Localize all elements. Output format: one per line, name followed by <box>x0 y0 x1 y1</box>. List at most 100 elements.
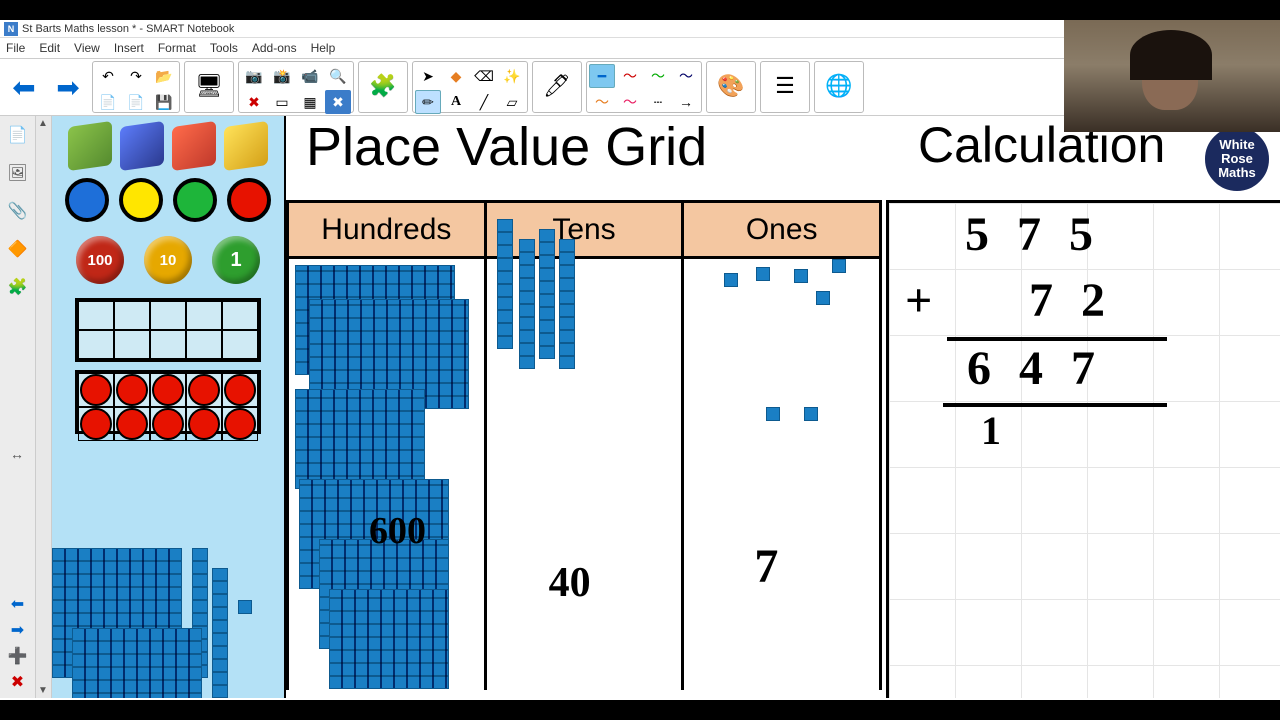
hundreds-header: Hundreds <box>289 203 484 259</box>
stroke-red[interactable]: ～ <box>617 64 643 88</box>
calculation-area[interactable]: 575 + 72 647 1 <box>886 200 1280 698</box>
pointer-tool[interactable]: ➤ <box>415 64 441 88</box>
ones-column: Ones 7 <box>684 203 879 690</box>
tens-handwritten: 40 <box>549 559 591 607</box>
one-block[interactable] <box>794 269 808 283</box>
stroke-green[interactable]: ～ <box>645 64 671 88</box>
gallery-icon[interactable]: 🖼 <box>7 162 29 184</box>
addon-icon[interactable]: 🧩 <box>7 276 29 298</box>
menu-format[interactable]: Format <box>158 41 196 55</box>
red-cube[interactable] <box>172 124 216 168</box>
hundred-block[interactable] <box>329 589 449 689</box>
menu-edit[interactable]: Edit <box>39 41 60 55</box>
navy-cube[interactable] <box>120 124 164 168</box>
circle-row <box>58 178 278 222</box>
ones-handwritten: 7 <box>754 539 778 594</box>
one-block[interactable] <box>766 407 780 421</box>
one-block[interactable] <box>816 291 830 305</box>
redo-button[interactable]: ↷ <box>123 64 149 88</box>
doc-camera-button[interactable]: 📹 <box>297 64 323 88</box>
color-picker-button[interactable]: 🎨 <box>709 64 753 108</box>
toolbar-group-addons: 🧩 <box>358 61 408 113</box>
calc-operator: + <box>905 273 960 328</box>
web-button[interactable]: 🌐 <box>817 64 861 108</box>
ones-header: Ones <box>684 203 879 259</box>
green-circle[interactable] <box>173 178 217 222</box>
palette-blocks <box>52 508 284 698</box>
one-block[interactable] <box>724 273 738 287</box>
next-page-button[interactable]: ➡ <box>48 63 88 111</box>
delete-page-icon[interactable]: ✖ <box>11 672 24 692</box>
screen-button[interactable]: 🖥 <box>187 64 231 108</box>
slideshow-button[interactable]: ▭ <box>269 90 295 114</box>
hundred-chip[interactable]: 100 <box>76 236 124 284</box>
magic-tool[interactable]: ✨ <box>499 64 525 88</box>
hundreds-body[interactable]: 600 <box>289 259 484 690</box>
yellow-cube[interactable] <box>224 124 268 168</box>
properties-icon[interactable]: 🔶 <box>7 238 29 260</box>
eraser-tool[interactable]: ⌫ <box>471 64 497 88</box>
properties-button[interactable]: ☰ <box>763 64 807 108</box>
toolbar-group-display: 🖥 <box>184 61 234 113</box>
ten-block[interactable] <box>497 219 513 349</box>
webcam-overlay <box>1064 20 1280 132</box>
attachment-icon[interactable]: 📎 <box>7 200 29 222</box>
puzzle-button[interactable]: 🧩 <box>361 64 405 108</box>
snapshot-button[interactable]: 📸 <box>269 64 295 88</box>
expand-icon[interactable]: ↔ <box>10 446 24 462</box>
scroll-up-icon[interactable]: ▲ <box>38 118 48 129</box>
add-page-icon[interactable]: ➕ <box>8 646 28 666</box>
filled-tenframe[interactable] <box>75 370 261 434</box>
next-arrow-icon[interactable]: ➡ <box>11 620 24 640</box>
green-cube[interactable] <box>68 124 112 168</box>
hundred-block[interactable] <box>295 389 425 489</box>
yellow-circle[interactable] <box>119 178 163 222</box>
new-page-button[interactable]: 📄 <box>95 90 121 114</box>
pen-style-button[interactable]: 🖊 <box>535 64 579 108</box>
one-block[interactable] <box>832 259 846 273</box>
ten-chip[interactable]: 10 <box>144 236 192 284</box>
shape-tool[interactable]: ◆ <box>443 64 469 88</box>
one-block[interactable] <box>238 600 252 614</box>
one-chip[interactable]: 1 <box>212 236 260 284</box>
tens-column: Tens 40 <box>487 203 685 690</box>
menu-tools[interactable]: Tools <box>210 41 238 55</box>
one-block[interactable] <box>756 267 770 281</box>
panel-scrollbar[interactable]: ▲ ▼ <box>36 116 52 698</box>
blue-circle[interactable] <box>65 178 109 222</box>
delete-button[interactable]: ✖ <box>241 90 267 114</box>
red-circle[interactable] <box>227 178 271 222</box>
menu-addons[interactable]: Add-ons <box>252 41 297 55</box>
menu-file[interactable]: File <box>6 41 25 55</box>
menu-insert[interactable]: Insert <box>114 41 144 55</box>
toolbar-group-edit: ↶ ↷ 📂 📄 📄 💾 <box>92 61 180 113</box>
camera-button[interactable]: 📷 <box>241 64 267 88</box>
save-button[interactable]: 💾 <box>151 90 177 114</box>
prev-arrow-icon[interactable]: ⬅ <box>11 594 24 614</box>
canvas[interactable]: 100 10 1 P <box>52 116 1280 698</box>
worksheet: Place Value Grid Calculation White Rose … <box>284 116 1280 698</box>
ten-block[interactable] <box>519 239 535 369</box>
open-button[interactable]: 📂 <box>151 64 177 88</box>
search-button[interactable]: 🔍 <box>325 64 351 88</box>
workspace: 📄 🖼 📎 🔶 🧩 ↔ ⬅ ➡ ➕ ✖ ▲ ▼ <box>0 116 1280 698</box>
ten-block[interactable] <box>539 229 555 359</box>
file-button[interactable]: 📄 <box>123 90 149 114</box>
ones-body[interactable]: 7 <box>684 259 879 690</box>
tens-body[interactable]: 40 <box>487 259 682 690</box>
empty-tenframe[interactable] <box>75 298 261 362</box>
menu-help[interactable]: Help <box>311 41 336 55</box>
page-sorter-icon[interactable]: 📄 <box>7 124 29 146</box>
prev-page-button[interactable]: ⬅ <box>4 63 44 111</box>
ten-block[interactable] <box>559 239 575 369</box>
stroke-blue[interactable]: ━ <box>589 64 615 88</box>
undo-button[interactable]: ↶ <box>95 64 121 88</box>
one-block[interactable] <box>804 407 818 421</box>
calc-carry: 1 <box>981 407 1029 454</box>
hundred-block[interactable] <box>72 628 202 698</box>
menu-view[interactable]: View <box>74 41 100 55</box>
scroll-down-icon[interactable]: ▼ <box>38 685 48 696</box>
toolbar-group-pen: 🖊 <box>532 61 582 113</box>
ten-block[interactable] <box>212 568 228 698</box>
stroke-navy[interactable]: ～ <box>673 64 699 88</box>
